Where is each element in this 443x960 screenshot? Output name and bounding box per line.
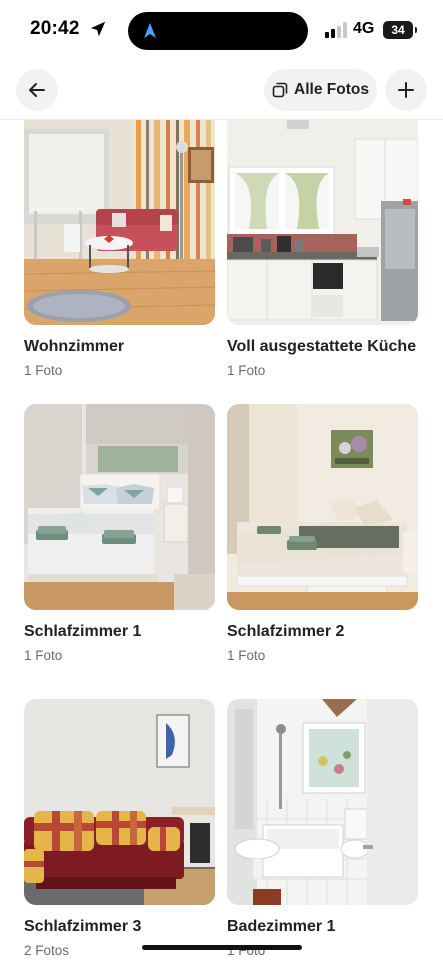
room-card[interactable]: Voll ausgestattete Küche 1 Foto [227,119,418,378]
room-title: Voll ausgestattete Küche [227,338,417,355]
room-photo[interactable] [24,404,215,610]
room-photo[interactable] [227,404,418,610]
room-card[interactable]: Schlafzimmer 1 1 Foto [24,404,215,663]
room-title: Schlafzimmer 2 [227,623,345,640]
add-button[interactable] [385,69,427,111]
room-title: Schlafzimmer 1 [24,623,142,640]
all-photos-button[interactable]: Alle Fotos [264,69,377,111]
room-card[interactable]: Schlafzimmer 2 1 Foto [227,404,418,663]
room-title: Wohnzimmer [24,338,125,355]
room-card[interactable]: Schlafzimmer 3 2 Fotos [24,699,215,958]
photos-stack-icon [272,82,288,98]
plus-icon [398,82,414,98]
room-photo-count: 1 Foto [227,363,266,378]
room-photo-count: 1 Foto [227,648,266,663]
room-title: Schlafzimmer 3 [24,918,142,935]
room-photo-count: 1 Foto [24,363,63,378]
room-photo[interactable] [227,699,418,905]
room-card[interactable]: Wohnzimmer 1 Foto [24,119,215,378]
photo-grid: Wohnzimmer 1 Foto Voll ausgestattete Küc… [0,0,443,960]
arrow-left-icon [29,83,45,97]
top-nav: Alle Fotos [0,60,443,120]
home-indicator[interactable] [142,945,302,950]
back-button[interactable] [16,69,58,111]
all-photos-label: Alle Fotos [294,81,369,98]
room-photo[interactable] [24,699,215,905]
room-photo[interactable] [24,119,215,325]
room-photo-count: 1 Foto [24,648,63,663]
room-photo[interactable] [227,119,418,325]
room-title: Badezimmer 1 [227,918,336,935]
room-card[interactable]: Badezimmer 1 1 Foto [227,699,418,958]
